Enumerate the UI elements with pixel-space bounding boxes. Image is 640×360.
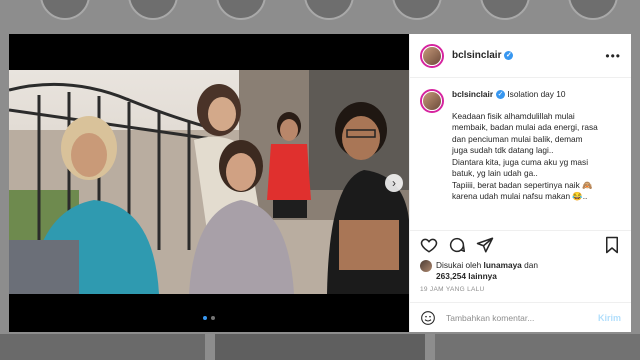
more-options-icon[interactable]: ••• [605, 49, 621, 63]
liker-username[interactable]: lunamaya [484, 260, 522, 270]
next-photo-button[interactable]: › [385, 174, 403, 192]
verified-badge-icon: ✓ [496, 90, 506, 99]
likes-prefix: Disukai oleh [436, 260, 482, 270]
caption-area: bclsinclair ✓ Isolation day 10 Keadaan fi… [410, 78, 631, 230]
caption-body: Keadaan fisik alhamdulillah mulai membai… [452, 111, 598, 203]
likes-summary: Disukai oleh lunamaya dan 263,254 lainny… [410, 258, 631, 284]
liker-avatar[interactable] [420, 260, 432, 272]
story-highlight[interactable] [304, 0, 354, 20]
story-highlight[interactable] [568, 0, 618, 20]
grid-thumbnail[interactable] [435, 334, 640, 360]
grid-thumbnail[interactable] [0, 334, 205, 360]
caption-line: membaik, badan mulai ada energi, rasa [452, 122, 598, 132]
caption-line: Keadaan fisik alhamdulillah mulai [452, 110, 575, 121]
story-highlight[interactable] [40, 0, 90, 20]
grid-thumbnail[interactable] [215, 334, 425, 360]
story-highlight[interactable] [480, 0, 530, 20]
post-header: bclsinclair ✓ ••• [410, 34, 631, 78]
likes-count[interactable]: 263,254 lainnya [436, 271, 497, 281]
caption-username[interactable]: bclsinclair [452, 89, 493, 99]
post-comment-button[interactable]: Kirim [598, 313, 621, 323]
story-highlight[interactable] [128, 0, 178, 20]
post-photo[interactable] [9, 70, 409, 294]
carousel-dot-active [203, 316, 207, 320]
caption-line: Diantara kita, juga cuma aku yg masi [452, 156, 589, 167]
share-send-icon[interactable] [476, 236, 494, 254]
verified-badge-icon: ✓ [504, 51, 514, 60]
caption-line: dan penciuman mulai balik, demam [452, 133, 583, 144]
caption-line: Tapiiii, berat badan sepertinya naik 🙈 [452, 179, 593, 190]
post-sidebar: bclsinclair ✓ ••• bclsinclair ✓ Isolation … [409, 34, 631, 332]
caption: bclsinclair ✓ Isolation day 10 Keadaan fi… [452, 89, 598, 230]
author-avatar[interactable] [420, 43, 444, 68]
post-modal: › bclsinclair ✓ ••• bclsinclair ✓ Isolatio… [9, 34, 631, 332]
group-photo-image [9, 70, 409, 294]
story-highlight[interactable] [392, 0, 442, 20]
author-username[interactable]: bclsinclair ✓ [452, 50, 514, 61]
post-actions [410, 230, 631, 258]
emoji-smiley-icon[interactable] [420, 310, 436, 326]
author-username-text[interactable]: bclsinclair [452, 50, 501, 61]
caption-line: juga sudah tdk datang lagi.. [452, 145, 554, 155]
add-comment-bar: Kirim [410, 302, 631, 332]
post-timestamp[interactable]: 19 JAM YANG LALU [410, 284, 631, 302]
likes-and: dan [524, 260, 538, 270]
likes-text: Disukai oleh lunamaya dan 263,254 lainny… [436, 260, 538, 282]
carousel-indicator [9, 316, 409, 320]
carousel-dot [211, 316, 215, 320]
save-bookmark-icon[interactable] [603, 236, 621, 254]
caption-title: Isolation day 10 [507, 89, 566, 99]
story-highlight[interactable] [216, 0, 266, 20]
comment-bubble-icon[interactable] [448, 236, 466, 254]
caption-author-avatar[interactable] [420, 89, 444, 113]
post-media: › [9, 34, 409, 332]
avatar-image [422, 91, 442, 111]
avatar-image [422, 45, 442, 66]
caption-line: karena udah mulai nafsu makan 😂.. [452, 191, 588, 201]
like-heart-icon[interactable] [420, 236, 438, 254]
comment-input[interactable] [446, 312, 598, 323]
caption-line: batuk, yg lain udah ga.. [452, 168, 538, 178]
